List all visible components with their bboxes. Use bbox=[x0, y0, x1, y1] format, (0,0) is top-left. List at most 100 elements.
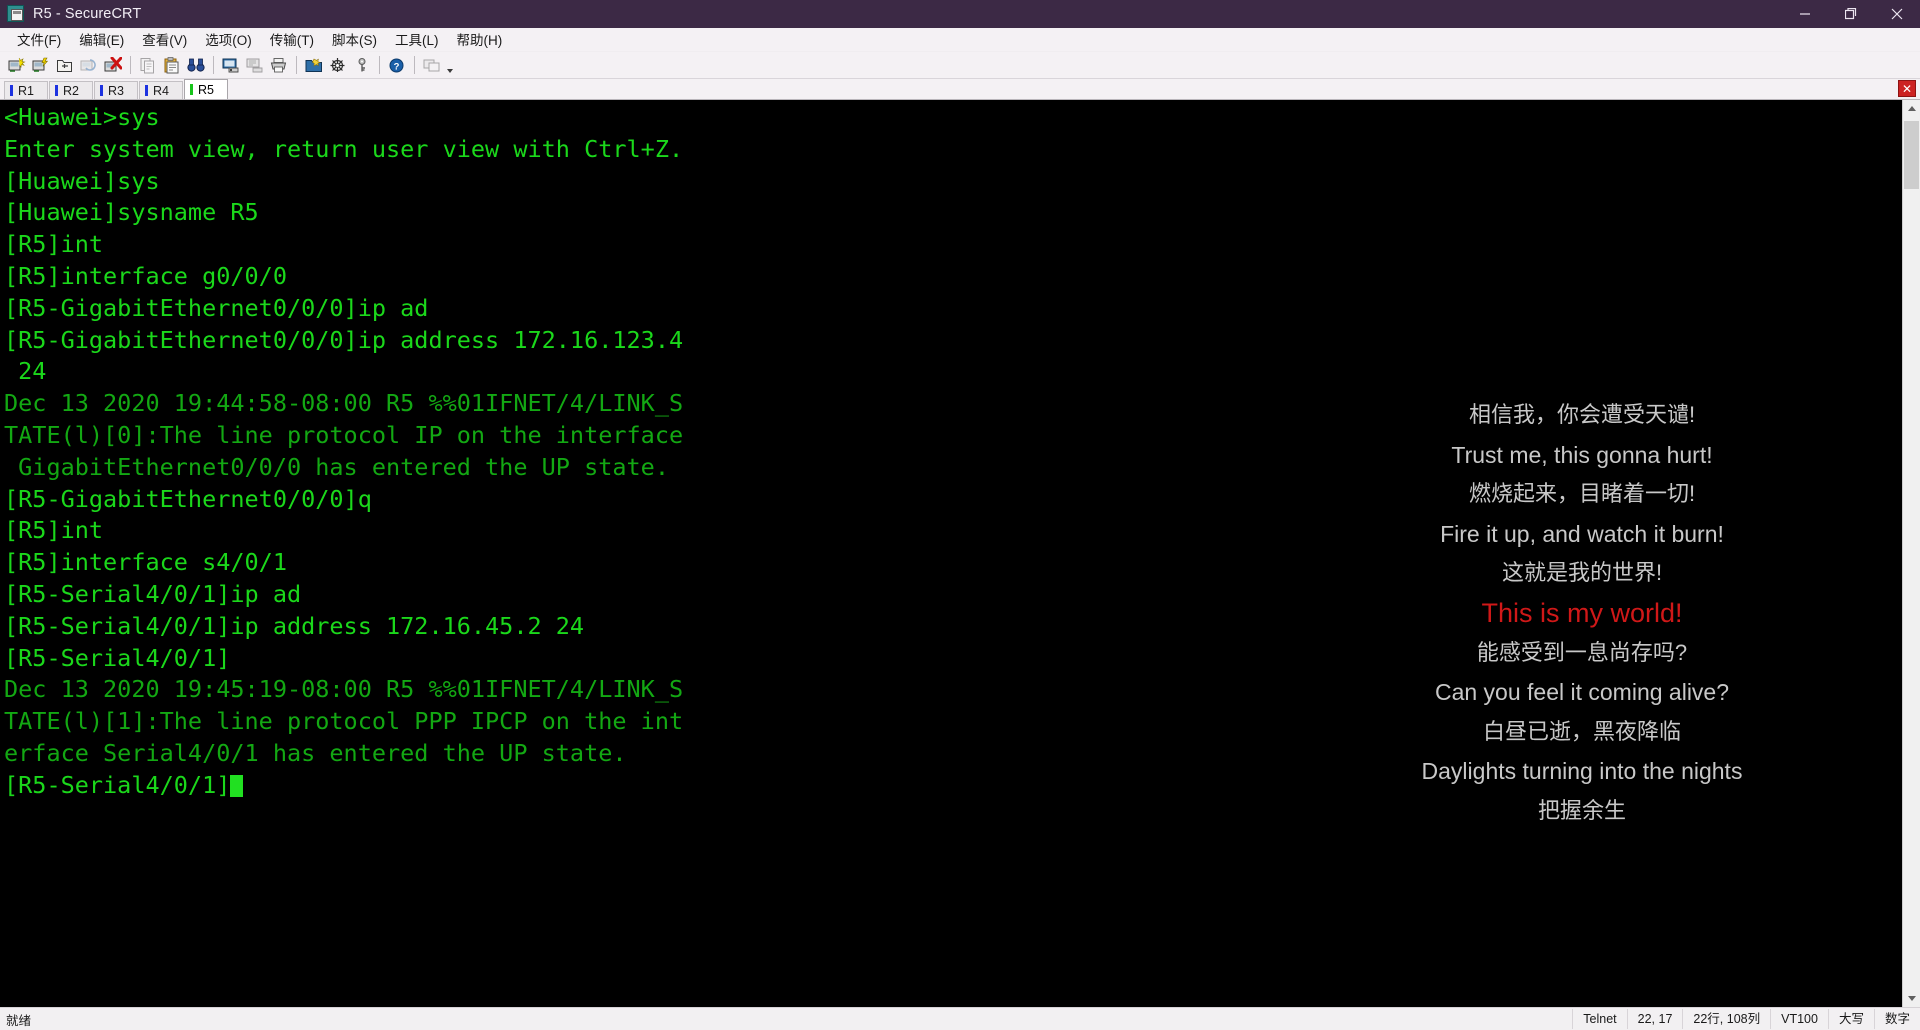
tab-label: R5 bbox=[198, 82, 214, 97]
status-protocol: Telnet bbox=[1572, 1009, 1626, 1029]
maximize-restore-button[interactable] bbox=[1828, 0, 1874, 28]
terminal-line: [R5]interface g0/0/0 bbox=[4, 261, 287, 290]
terminal-line: [R5]int bbox=[4, 516, 104, 545]
lyric-line: 把握余生 bbox=[1537, 798, 1626, 823]
toolbar-separator bbox=[296, 56, 297, 74]
terminal-line: [R5-Serial4/0/1] bbox=[4, 643, 231, 672]
close-button[interactable] bbox=[1874, 0, 1920, 28]
tab-label: R1 bbox=[18, 83, 34, 98]
terminal-scrollbar[interactable] bbox=[1902, 100, 1920, 1007]
securecrt-window: R5 - SecureCRT 文件(F) 编辑(E) 查看(V) 选项(O) 传… bbox=[0, 0, 1920, 1030]
terminal-line: 24 bbox=[4, 357, 47, 386]
connect-in-tab-icon[interactable] bbox=[53, 54, 76, 76]
global-options-icon[interactable] bbox=[326, 54, 349, 76]
scroll-down-arrow-icon[interactable] bbox=[1903, 990, 1920, 1007]
terminal-area: <Huawei>sys Enter system view, return us… bbox=[0, 100, 1920, 1007]
terminal-line: [R5-GigabitEthernet0/0/0]ip address 172.… bbox=[4, 325, 684, 354]
status-ready-text: 就绪 bbox=[6, 1013, 32, 1028]
help-icon[interactable]: ? bbox=[385, 54, 408, 76]
tab-status-indicator-icon bbox=[55, 85, 58, 96]
status-emulation: VT100 bbox=[1770, 1009, 1828, 1029]
toolbar: ? bbox=[0, 52, 1920, 79]
terminal-line: [R5]int bbox=[4, 230, 104, 259]
session-tab-r4[interactable]: R4 bbox=[139, 81, 183, 99]
terminal-screen[interactable]: <Huawei>sys Enter system view, return us… bbox=[0, 100, 1902, 1007]
terminal-line: [R5-GigabitEthernet0/0/0]ip ad bbox=[4, 293, 429, 322]
lyric-line: Trust me, this gonna hurt! bbox=[1451, 441, 1713, 468]
menu-file[interactable]: 文件(F) bbox=[8, 27, 70, 52]
lyrics-overlay: 相信我，你会遭受天谴! Trust me, this gonna hurt! 燃烧起… bbox=[1262, 100, 1902, 1007]
status-num-lock: 数字 bbox=[1873, 1009, 1920, 1029]
lyric-line: 白昼已逝，黑夜降临 bbox=[1482, 718, 1681, 744]
tab-label: R2 bbox=[63, 83, 79, 98]
lyric-line: 能感受到一息尚存吗? bbox=[1476, 639, 1688, 665]
menu-tools[interactable]: 工具(L) bbox=[386, 27, 448, 52]
copy-icon[interactable] bbox=[136, 54, 159, 76]
arrange-icon[interactable] bbox=[420, 54, 443, 76]
lyric-line: 燃烧起来，目睹着一切! bbox=[1468, 481, 1696, 507]
toolbar-overflow-chevron-down-icon[interactable] bbox=[444, 54, 456, 76]
window-controls bbox=[1782, 0, 1920, 28]
menu-bar: 文件(F) 编辑(E) 查看(V) 选项(O) 传输(T) 脚本(S) 工具(L… bbox=[0, 28, 1920, 52]
terminal-output: <Huawei>sys Enter system view, return us… bbox=[4, 102, 683, 802]
terminal-line: [Huawei]sysname R5 bbox=[4, 198, 259, 227]
session-tab-bar: R1 R2 R3 R4 R5 ✕ bbox=[0, 79, 1920, 100]
terminal-cursor bbox=[230, 774, 244, 797]
window-title: R5 - SecureCRT bbox=[33, 6, 142, 22]
tab-status-indicator-icon bbox=[145, 85, 148, 96]
new-session-icon[interactable] bbox=[5, 54, 28, 76]
lyric-line: Can you feel it coming alive? bbox=[1434, 679, 1730, 706]
quick-connect-icon[interactable] bbox=[29, 54, 52, 76]
terminal-line: Enter system view, return user view with… bbox=[4, 134, 684, 163]
terminal-line: [R5]interface s4/0/1 bbox=[4, 548, 287, 577]
close-tab-button[interactable]: ✕ bbox=[1898, 80, 1916, 97]
lyric-line: 这就是我的世界! bbox=[1501, 560, 1663, 586]
close-icon: ✕ bbox=[1901, 81, 1913, 96]
securecrt-app-icon bbox=[7, 5, 25, 23]
terminal-line: [Huawei]sys bbox=[4, 166, 160, 195]
print-screen-icon[interactable] bbox=[219, 54, 242, 76]
tab-status-indicator-icon bbox=[10, 85, 13, 96]
tab-label: R3 bbox=[108, 83, 124, 98]
session-tab-r3[interactable]: R3 bbox=[94, 81, 138, 99]
print-icon[interactable] bbox=[267, 54, 290, 76]
lyric-line: Fire it up, and watch it burn! bbox=[1440, 520, 1724, 547]
tab-status-indicator-icon bbox=[190, 84, 193, 95]
log-session-icon[interactable] bbox=[243, 54, 266, 76]
minimize-button[interactable] bbox=[1782, 0, 1828, 28]
menu-script[interactable]: 脚本(S) bbox=[323, 27, 386, 52]
disconnect-icon[interactable] bbox=[101, 54, 124, 76]
scrollbar-track[interactable] bbox=[1903, 117, 1920, 990]
session-options-icon[interactable] bbox=[302, 54, 325, 76]
scroll-up-arrow-icon[interactable] bbox=[1903, 100, 1920, 117]
toolbar-separator bbox=[130, 56, 131, 74]
menu-transfer[interactable]: 传输(T) bbox=[261, 27, 323, 52]
status-bar: 就绪 Telnet 22, 17 22行, 108列 VT100 大写 数字 bbox=[0, 1007, 1920, 1030]
svg-text:?: ? bbox=[393, 61, 399, 72]
terminal-line: <Huawei>sys bbox=[4, 103, 160, 131]
key-icon[interactable] bbox=[350, 54, 373, 76]
session-tab-r2[interactable]: R2 bbox=[49, 81, 93, 99]
terminal-line: Dec 13 2020 19:45:19-08:00 R5 %%01IFNET/… bbox=[4, 675, 684, 704]
menu-view[interactable]: 查看(V) bbox=[133, 27, 196, 52]
menu-help[interactable]: 帮助(H) bbox=[448, 27, 512, 52]
tab-label: R4 bbox=[153, 83, 169, 98]
menu-options[interactable]: 选项(O) bbox=[196, 27, 261, 52]
terminal-line: TATE(l)[0]:The line protocol IP on the i… bbox=[4, 420, 684, 449]
find-icon[interactable] bbox=[184, 54, 207, 76]
terminal-line: [R5-Serial4/0/1]ip ad bbox=[4, 579, 302, 608]
reconnect-icon[interactable] bbox=[77, 54, 100, 76]
lyric-line: 相信我，你会遭受天谴! bbox=[1468, 402, 1696, 427]
terminal-line: [R5-Serial4/0/1]ip address 172.16.45.2 2… bbox=[4, 611, 585, 640]
terminal-line: TATE(l)[1]:The line protocol PPP IPCP on… bbox=[4, 707, 684, 736]
tab-status-indicator-icon bbox=[100, 85, 103, 96]
scrollbar-thumb[interactable] bbox=[1904, 121, 1919, 189]
status-caps-lock: 大写 bbox=[1827, 1009, 1874, 1029]
toolbar-separator bbox=[379, 56, 380, 74]
menu-edit[interactable]: 编辑(E) bbox=[70, 27, 133, 52]
terminal-line: GigabitEthernet0/0/0 has entered the UP … bbox=[4, 452, 669, 481]
session-tab-r5[interactable]: R5 bbox=[184, 79, 228, 99]
terminal-line: erface Serial4/0/1 has entered the UP st… bbox=[4, 738, 627, 767]
paste-icon[interactable] bbox=[160, 54, 183, 76]
session-tab-r1[interactable]: R1 bbox=[4, 81, 48, 99]
